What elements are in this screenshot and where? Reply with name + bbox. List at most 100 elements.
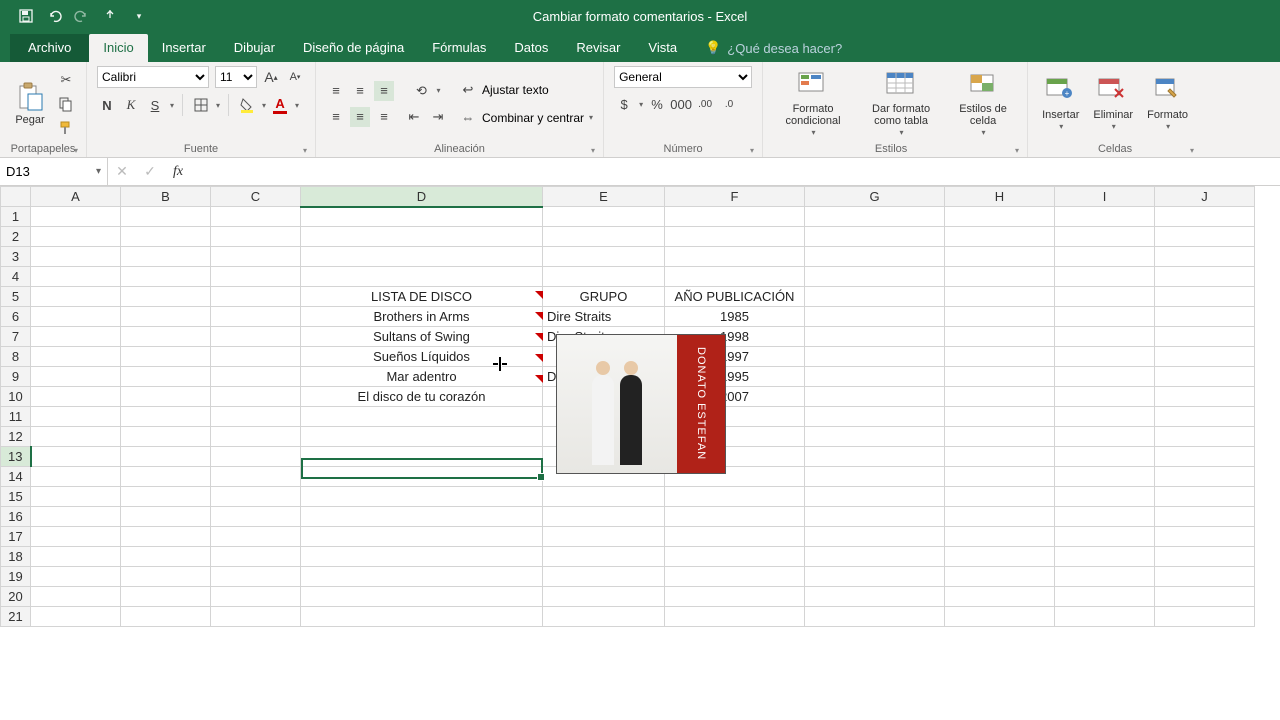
cell[interactable] <box>211 287 301 307</box>
cell[interactable] <box>31 367 121 387</box>
cell[interactable] <box>1055 607 1155 627</box>
row[interactable]: 5LISTA DE DISCOGRUPOAÑO PUBLICACIÓN <box>1 287 1255 307</box>
cell[interactable] <box>1155 227 1255 247</box>
fx-icon[interactable]: fx <box>164 164 192 180</box>
row-header[interactable]: 10 <box>1 387 31 407</box>
cell[interactable] <box>665 527 805 547</box>
cut-icon[interactable]: ✂ <box>56 70 76 90</box>
cell[interactable] <box>301 407 543 427</box>
cell[interactable] <box>121 307 211 327</box>
cell[interactable] <box>211 207 301 227</box>
cell[interactable] <box>1155 427 1255 447</box>
comment-indicator-icon[interactable] <box>535 375 543 383</box>
cell[interactable] <box>121 427 211 447</box>
cell[interactable] <box>31 247 121 267</box>
cell[interactable] <box>805 507 945 527</box>
cell[interactable] <box>31 227 121 247</box>
cell[interactable] <box>805 467 945 487</box>
cell[interactable] <box>945 307 1055 327</box>
cell[interactable] <box>945 467 1055 487</box>
cell[interactable] <box>1155 327 1255 347</box>
cell[interactable] <box>1155 467 1255 487</box>
cell[interactable] <box>945 387 1055 407</box>
cell[interactable] <box>945 407 1055 427</box>
cell[interactable] <box>1055 427 1155 447</box>
increase-indent-icon[interactable]: ⇥ <box>428 107 448 127</box>
align-center-icon[interactable]: ≡ <box>350 107 370 127</box>
comment-indicator-icon[interactable] <box>535 312 543 320</box>
cell[interactable] <box>121 207 211 227</box>
wrap-text-button[interactable]: ↩Ajustar texto <box>458 80 549 100</box>
cell[interactable] <box>211 307 301 327</box>
cell[interactable] <box>31 407 121 427</box>
cell[interactable] <box>665 227 805 247</box>
col-header[interactable]: D <box>301 187 543 207</box>
cell[interactable] <box>543 527 665 547</box>
tab-home[interactable]: Inicio <box>89 34 147 62</box>
cell[interactable] <box>1155 607 1255 627</box>
align-left-icon[interactable]: ≡ <box>326 107 346 127</box>
cell[interactable] <box>805 287 945 307</box>
currency-icon[interactable]: $ <box>614 94 634 114</box>
tab-insert[interactable]: Insertar <box>148 34 220 62</box>
cell[interactable] <box>31 607 121 627</box>
cell[interactable] <box>1155 527 1255 547</box>
cell[interactable] <box>1055 267 1155 287</box>
cell[interactable] <box>1155 247 1255 267</box>
cell[interactable]: AÑO PUBLICACIÓN <box>665 287 805 307</box>
cell[interactable] <box>301 247 543 267</box>
comment-indicator-icon[interactable] <box>535 333 543 341</box>
cell[interactable] <box>31 527 121 547</box>
cell[interactable] <box>301 507 543 527</box>
bold-button[interactable]: N <box>97 95 117 115</box>
cell[interactable] <box>121 467 211 487</box>
number-format-select[interactable]: General <box>614 66 752 88</box>
align-middle-icon[interactable]: ≡ <box>350 81 370 101</box>
row[interactable]: 3 <box>1 247 1255 267</box>
cell[interactable] <box>1155 207 1255 227</box>
tab-formulas[interactable]: Fórmulas <box>418 34 500 62</box>
cell[interactable] <box>1155 507 1255 527</box>
cell[interactable] <box>211 587 301 607</box>
cell[interactable] <box>121 527 211 547</box>
cell[interactable] <box>805 367 945 387</box>
col-header[interactable]: H <box>945 187 1055 207</box>
row-header[interactable]: 14 <box>1 467 31 487</box>
cell[interactable] <box>805 527 945 547</box>
cell[interactable] <box>805 267 945 287</box>
cell[interactable] <box>945 227 1055 247</box>
cell[interactable] <box>805 427 945 447</box>
cell[interactable] <box>543 487 665 507</box>
format-painter-icon[interactable] <box>56 118 76 138</box>
cell[interactable] <box>31 547 121 567</box>
cell[interactable] <box>211 507 301 527</box>
copy-icon[interactable] <box>56 94 76 114</box>
cell[interactable] <box>301 267 543 287</box>
cell[interactable] <box>543 507 665 527</box>
cell[interactable] <box>1055 467 1155 487</box>
cell[interactable] <box>211 547 301 567</box>
cell[interactable] <box>1055 587 1155 607</box>
cell[interactable] <box>805 247 945 267</box>
cell[interactable] <box>31 267 121 287</box>
cell[interactable] <box>805 327 945 347</box>
cell[interactable] <box>121 487 211 507</box>
qat-dropdown-icon[interactable]: ▾ <box>131 8 147 24</box>
cell[interactable] <box>211 247 301 267</box>
cell[interactable] <box>1155 367 1255 387</box>
formula-input[interactable] <box>192 158 1280 185</box>
cell[interactable] <box>1055 227 1155 247</box>
cell[interactable] <box>1155 587 1255 607</box>
cell[interactable] <box>31 307 121 327</box>
cell[interactable] <box>121 287 211 307</box>
row[interactable]: 1 <box>1 207 1255 227</box>
tab-draw[interactable]: Dibujar <box>220 34 289 62</box>
tab-file[interactable]: Archivo <box>10 34 89 62</box>
tab-page-layout[interactable]: Diseño de página <box>289 34 418 62</box>
comment-indicator-icon[interactable] <box>535 291 543 299</box>
row-header[interactable]: 17 <box>1 527 31 547</box>
cell[interactable] <box>1055 407 1155 427</box>
select-all-corner[interactable] <box>1 187 31 207</box>
align-top-icon[interactable]: ≡ <box>326 81 346 101</box>
comma-style-icon[interactable]: 000 <box>671 94 691 114</box>
